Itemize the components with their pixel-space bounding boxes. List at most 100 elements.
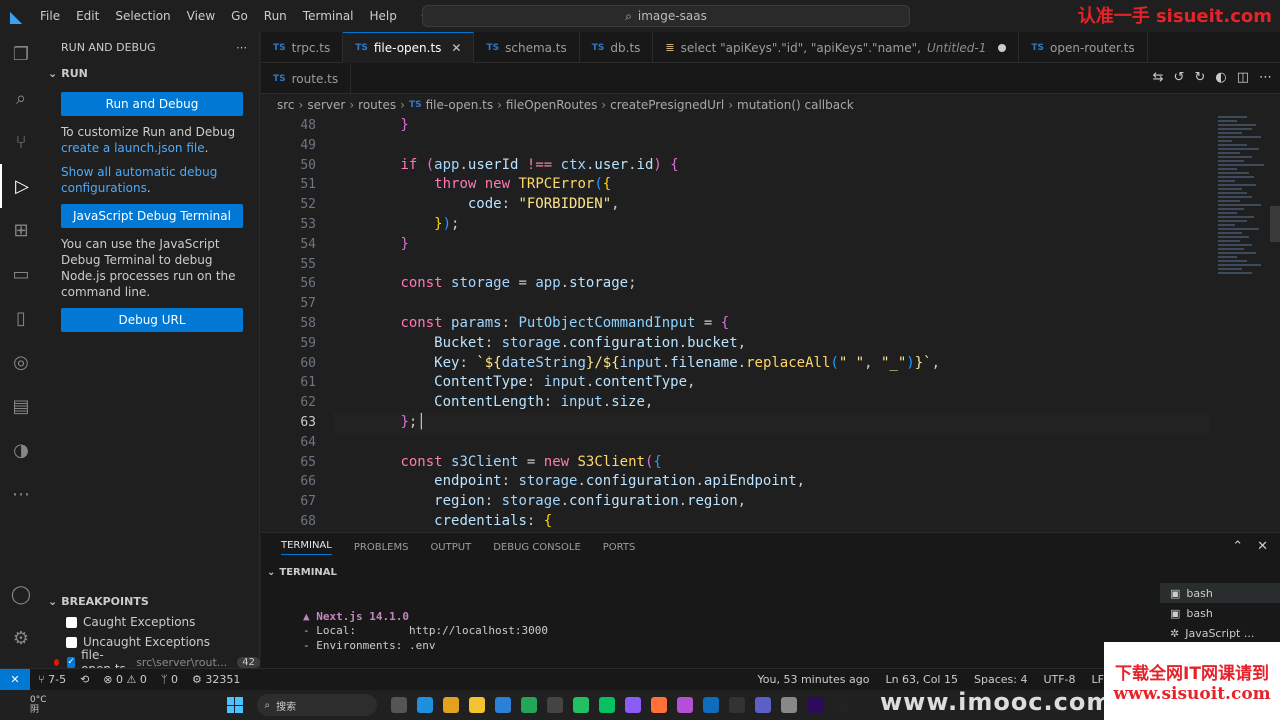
tab-output[interactable]: OUTPUT bbox=[430, 542, 471, 553]
indentation[interactable]: Spaces: 4 bbox=[974, 673, 1027, 686]
more-actions-icon[interactable]: ⋯ bbox=[1259, 70, 1272, 85]
outlook-icon[interactable] bbox=[702, 697, 719, 713]
menu-terminal[interactable]: Terminal bbox=[295, 0, 362, 32]
explorer-icon[interactable]: ❐ bbox=[0, 32, 42, 76]
tab-terminal[interactable]: TERMINAL bbox=[281, 540, 332, 555]
app-icon[interactable] bbox=[676, 697, 693, 713]
auto-debug-link[interactable]: Show all automatic debug configurations bbox=[61, 165, 217, 195]
menu-file[interactable]: File bbox=[32, 0, 68, 32]
close-panel-icon[interactable]: ✕ bbox=[1257, 539, 1268, 554]
tab-sql-untitled[interactable]: ≣ select "apiKeys"."id", "apiKeys"."name"… bbox=[653, 32, 1020, 63]
app-icon[interactable] bbox=[728, 697, 745, 713]
run-and-debug-button[interactable]: Run and Debug bbox=[61, 92, 243, 116]
app-icon[interactable] bbox=[754, 697, 771, 713]
tab-problems[interactable]: PROBLEMS bbox=[354, 542, 409, 553]
source-control-icon[interactable]: ⑂ bbox=[0, 120, 42, 164]
split-editor-icon[interactable]: ◫ bbox=[1237, 70, 1249, 85]
run-section-header[interactable]: ⌄ RUN bbox=[42, 62, 259, 84]
encoding[interactable]: UTF-8 bbox=[1043, 673, 1075, 686]
breadcrumb-callback[interactable]: mutation() callback bbox=[737, 98, 854, 112]
taskbar-search[interactable]: ⌕ 搜索 bbox=[256, 694, 377, 716]
wechat-work-icon[interactable] bbox=[598, 697, 615, 713]
weather-widget[interactable]: 0°C 阴 bbox=[0, 695, 47, 715]
checkbox[interactable] bbox=[66, 636, 77, 648]
blame-status[interactable]: You, 53 minutes ago bbox=[758, 673, 870, 686]
premiere-icon[interactable] bbox=[806, 697, 823, 713]
command-center[interactable]: ⌕ image-saas bbox=[422, 5, 910, 27]
folder-icon[interactable]: ▤ bbox=[0, 384, 42, 428]
terminal-item-js[interactable]: ✲ JavaScript ... bbox=[1160, 623, 1280, 643]
firefox-icon[interactable] bbox=[650, 697, 667, 713]
run-debug-icon[interactable]: ▷ bbox=[0, 164, 42, 208]
menu-view[interactable]: View bbox=[179, 0, 223, 32]
menu-go[interactable]: Go bbox=[223, 0, 256, 32]
sidebar-more-icon[interactable]: ⋯ bbox=[236, 41, 247, 54]
launch-json-link[interactable]: create a launch.json file bbox=[61, 141, 205, 155]
windows-start-icon[interactable] bbox=[226, 697, 243, 713]
account-icon[interactable]: ◯ bbox=[0, 572, 42, 616]
breadcrumb-src[interactable]: src bbox=[277, 98, 295, 112]
revert-icon[interactable]: ↺ bbox=[1174, 70, 1185, 85]
maximize-panel-icon[interactable]: ⌃ bbox=[1232, 539, 1243, 554]
code-editor[interactable]: 48 49 50 51 52 53 54 55 56 57 58 59 60 61 62 63 64 65 66 67… bbox=[261, 116, 1280, 530]
breakpoints-header[interactable]: ⌄ BREAKPOINTS bbox=[42, 590, 260, 612]
breadcrumb-routes[interactable]: routes bbox=[358, 98, 396, 112]
terminal-item-bash-1[interactable]: ▣ bash bbox=[1160, 583, 1280, 603]
file-explorer-icon[interactable] bbox=[468, 697, 485, 713]
terminal-output[interactable]: ▲ Next.js 14.1.0 - Local: http://localho… bbox=[303, 595, 548, 668]
run-icon[interactable]: ◐ bbox=[1215, 70, 1226, 85]
extensions-icon[interactable]: ⊞ bbox=[0, 208, 42, 252]
breadcrumb-routes-obj[interactable]: fileOpenRoutes bbox=[506, 98, 597, 112]
tab-route[interactable]: TS route.ts bbox=[261, 63, 352, 94]
tab-db[interactable]: TS db.ts bbox=[580, 32, 654, 63]
breakpoint-uncaught-exceptions[interactable]: Uncaught Exceptions bbox=[42, 632, 260, 652]
forward-change-icon[interactable]: ↻ bbox=[1194, 70, 1205, 85]
breakpoint-caught-exceptions[interactable]: Caught Exceptions bbox=[42, 612, 260, 632]
tab-ports[interactable]: PORTS bbox=[603, 542, 636, 553]
problems-status[interactable]: ⊗ 0 ⚠ 0 bbox=[103, 673, 147, 686]
task-view-icon[interactable] bbox=[390, 697, 407, 713]
tab-debug-console[interactable]: DEBUG CONSOLE bbox=[493, 542, 581, 553]
vscode-insiders-icon[interactable] bbox=[520, 697, 537, 713]
minimap[interactable] bbox=[1218, 116, 1266, 530]
sync-icon[interactable]: ⟲ bbox=[80, 673, 89, 686]
chrome-icon[interactable] bbox=[442, 697, 459, 713]
compare-icon[interactable]: ⇆ bbox=[1153, 70, 1164, 85]
remote-explorer-icon[interactable]: ▭ bbox=[0, 252, 42, 296]
editor-scrollbar[interactable] bbox=[1270, 206, 1280, 242]
eol[interactable]: LF bbox=[1092, 673, 1104, 686]
breadcrumb-server[interactable]: server bbox=[307, 98, 345, 112]
pid-status[interactable]: ⚙ 32351 bbox=[192, 673, 240, 686]
tab-schema[interactable]: TS schema.ts bbox=[474, 32, 580, 63]
debug-url-button[interactable]: Debug URL bbox=[61, 308, 243, 332]
wechat-icon[interactable] bbox=[572, 697, 589, 713]
js-debug-terminal-button[interactable]: JavaScript Debug Terminal bbox=[61, 204, 243, 228]
search-view-icon[interactable]: ⌕ bbox=[0, 76, 42, 120]
app-icon[interactable] bbox=[832, 697, 849, 713]
bookmark-icon[interactable]: ▯ bbox=[0, 296, 42, 340]
code-lines[interactable]: } if (app.userId !== ctx.user.id) { thro… bbox=[333, 116, 1210, 530]
breadcrumb-file[interactable]: file-open.ts bbox=[426, 98, 494, 112]
remote-icon[interactable]: ✕ bbox=[0, 668, 30, 691]
menu-edit[interactable]: Edit bbox=[68, 0, 107, 32]
more-icon[interactable]: ⋯ bbox=[0, 472, 42, 516]
checkbox[interactable] bbox=[66, 616, 77, 628]
terminal-header[interactable]: ⌄ TERMINAL bbox=[261, 561, 1280, 583]
terminal-item-bash-2[interactable]: ▣ bash bbox=[1160, 603, 1280, 623]
menu-help[interactable]: Help bbox=[362, 0, 405, 32]
app-icon[interactable] bbox=[624, 697, 641, 713]
menu-run[interactable]: Run bbox=[256, 0, 295, 32]
vscode-icon[interactable] bbox=[494, 697, 511, 713]
terminal-app-icon[interactable] bbox=[546, 697, 563, 713]
menu-selection[interactable]: Selection bbox=[107, 0, 178, 32]
git-graph-icon[interactable]: ◑ bbox=[0, 428, 42, 472]
branch-status[interactable]: ⑂ 7-5 bbox=[38, 673, 66, 686]
checkbox-checked[interactable]: ✓ bbox=[67, 656, 76, 668]
tab-open-router[interactable]: TS open-router.ts bbox=[1019, 32, 1148, 63]
ports-status[interactable]: ᛘ 0 bbox=[161, 673, 178, 686]
edge-icon[interactable] bbox=[416, 697, 433, 713]
app-icon[interactable] bbox=[780, 697, 797, 713]
breadcrumb-presigned[interactable]: createPresignedUrl bbox=[610, 98, 724, 112]
settings-gear-icon[interactable]: ⚙ bbox=[0, 616, 42, 660]
gitlens-icon[interactable]: ◎ bbox=[0, 340, 42, 384]
